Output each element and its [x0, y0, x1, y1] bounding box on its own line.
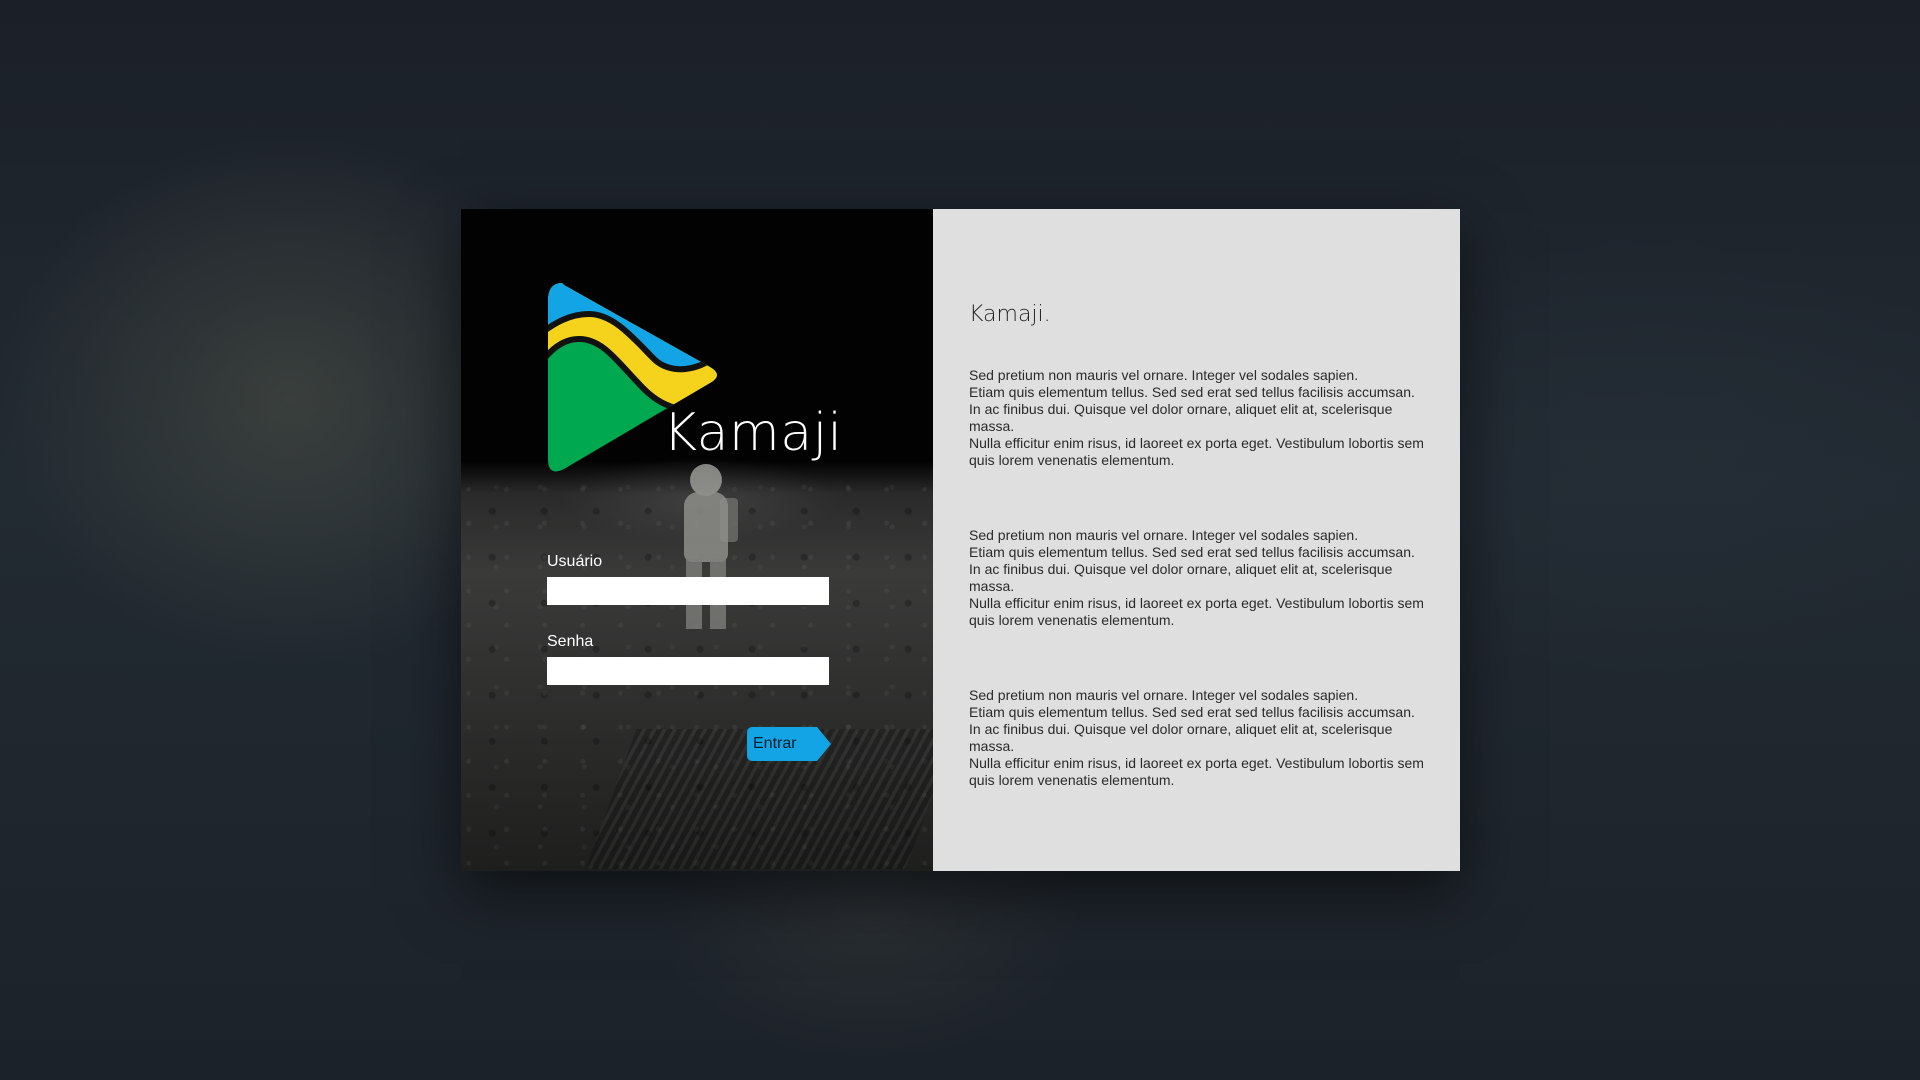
arrow-right-icon[interactable]	[817, 727, 831, 761]
info-paragraph: Sed pretium non mauris vel ornare. Integ…	[969, 687, 1424, 788]
submit-button[interactable]: Entrar	[747, 727, 817, 761]
astronaut-body	[684, 492, 728, 562]
brand-wordmark: Kamaji	[663, 403, 843, 463]
info-paragraph: Sed pretium non mauris vel ornare. Integ…	[969, 527, 1424, 628]
password-label: Senha	[547, 633, 594, 650]
login-panel: Kamaji Usuário Senha Entrar	[461, 209, 933, 871]
submit-button-wrap[interactable]: Entrar	[747, 727, 831, 761]
username-input[interactable]	[547, 577, 829, 605]
info-content: Kamaji. Sed pretium non mauris vel ornar…	[969, 301, 1439, 789]
info-title: Kamaji.	[969, 302, 1051, 327]
info-paragraph: Sed pretium non mauris vel ornare. Integ…	[969, 367, 1424, 468]
password-input[interactable]	[547, 657, 829, 685]
login-card: Kamaji Usuário Senha Entrar Kamaji. Sed …	[461, 209, 1460, 871]
username-label: Usuário	[547, 553, 603, 570]
login-form: Usuário Senha	[547, 553, 829, 685]
info-panel: Kamaji. Sed pretium non mauris vel ornar…	[933, 209, 1460, 871]
